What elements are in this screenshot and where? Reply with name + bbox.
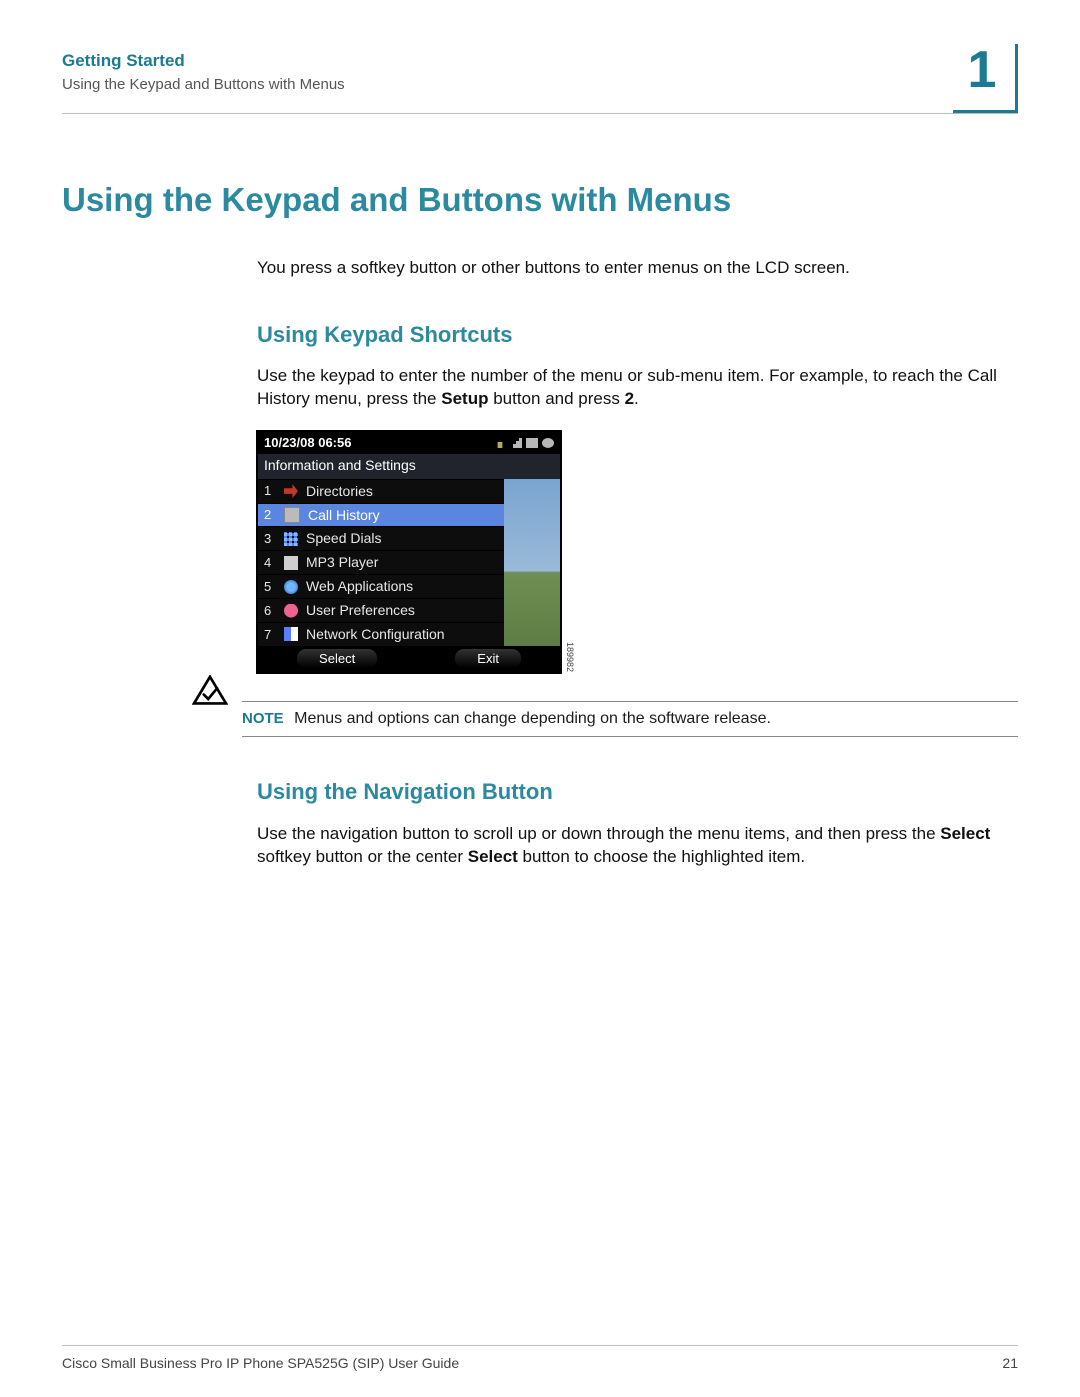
nav-heading: Using the Navigation Button bbox=[257, 777, 1010, 807]
lcd-softkey-exit: Exit bbox=[455, 649, 521, 669]
lcd-menu-item: 7 Network Configuration bbox=[258, 622, 504, 646]
lcd-menu-item: 5 Web Applications bbox=[258, 574, 504, 598]
lcd-item-label: Speed Dials bbox=[306, 529, 382, 548]
note-rule-top bbox=[242, 701, 1018, 702]
section-navigation: Using the Navigation Button Use the navi… bbox=[257, 777, 1010, 869]
shortcuts-heading: Using Keypad Shortcuts bbox=[257, 320, 1010, 350]
lcd-menu-item: 6 User Preferences bbox=[258, 598, 504, 622]
shortcuts-bold-2: 2 bbox=[625, 389, 634, 408]
speed-dials-icon bbox=[284, 532, 298, 546]
lcd-item-label: User Preferences bbox=[306, 601, 415, 620]
lcd-item-number: 4 bbox=[264, 554, 276, 572]
nav-body-post: button to choose the highlighted item. bbox=[518, 847, 805, 866]
lcd-softkey-select: Select bbox=[297, 649, 377, 669]
call-history-icon bbox=[284, 507, 300, 523]
lcd-item-number: 6 bbox=[264, 602, 276, 620]
lcd-item-label: Directories bbox=[306, 482, 373, 501]
page-footer: Cisco Small Business Pro IP Phone SPA525… bbox=[62, 1345, 1018, 1373]
lcd-item-label: MP3 Player bbox=[306, 553, 378, 572]
lcd-scene: 1 Directories 2 Call History 3 Speed Dia… bbox=[258, 479, 560, 646]
page-root: Getting Started Using the Keypad and But… bbox=[62, 50, 1018, 1373]
header-section: Getting Started bbox=[62, 50, 1018, 73]
note-text: Menus and options can change depending o… bbox=[294, 710, 771, 727]
network-icon bbox=[284, 627, 298, 641]
lcd-menu-item: 4 MP3 Player bbox=[258, 550, 504, 574]
note-body: NOTE Menus and options can change depend… bbox=[242, 701, 1018, 737]
page-title: Using the Keypad and Buttons with Menus bbox=[62, 178, 1018, 223]
lcd-softkeys: Select Exit bbox=[258, 646, 560, 673]
lcd-menu-item-selected: 2 Call History bbox=[258, 503, 504, 527]
lcd-menu: 1 Directories 2 Call History 3 Speed Dia… bbox=[258, 479, 504, 646]
shortcuts-body-mid: button and press bbox=[488, 389, 624, 408]
lcd-item-label: Network Configuration bbox=[306, 625, 445, 644]
section-shortcuts: Using Keypad Shortcuts Use the keypad to… bbox=[257, 320, 1010, 674]
figure-id: 189982 bbox=[564, 642, 576, 672]
page-header: Getting Started Using the Keypad and But… bbox=[62, 50, 1018, 144]
header-subsection: Using the Keypad and Buttons with Menus bbox=[62, 75, 1018, 95]
web-icon bbox=[284, 580, 298, 594]
nav-bold-select2: Select bbox=[468, 847, 518, 866]
mp3-icon bbox=[284, 556, 298, 570]
lcd-item-label: Call History bbox=[308, 506, 380, 525]
signal-icon bbox=[510, 438, 522, 448]
shortcuts-body-post: . bbox=[634, 389, 639, 408]
nav-body-pre: Use the navigation button to scroll up o… bbox=[257, 824, 940, 843]
shortcuts-bold-setup: Setup bbox=[441, 389, 488, 408]
lcd-item-number: 5 bbox=[264, 578, 276, 596]
footer-title: Cisco Small Business Pro IP Phone SPA525… bbox=[62, 1354, 459, 1373]
lcd-panel-title: Information and Settings bbox=[258, 454, 560, 479]
nav-bold-select1: Select bbox=[940, 824, 990, 843]
lcd-screenshot: 10/23/08 06:56 Information and Settings … bbox=[257, 431, 561, 673]
lcd-item-number: 1 bbox=[264, 482, 276, 500]
shortcuts-body: Use the keypad to enter the number of th… bbox=[257, 365, 1010, 411]
nav-body: Use the navigation button to scroll up o… bbox=[257, 823, 1010, 869]
lcd-item-label: Web Applications bbox=[306, 577, 413, 596]
footer-page-number: 21 bbox=[1002, 1354, 1018, 1373]
directories-icon bbox=[284, 484, 298, 498]
nav-body-mid: softkey button or the center bbox=[257, 847, 468, 866]
lcd-item-number: 2 bbox=[264, 506, 276, 524]
note-block: NOTE Menus and options can change depend… bbox=[192, 701, 1018, 737]
lcd-statusbar: 10/23/08 06:56 bbox=[258, 432, 560, 454]
lcd-datetime: 10/23/08 06:56 bbox=[264, 434, 351, 452]
lcd-item-number: 7 bbox=[264, 626, 276, 644]
note-icon bbox=[192, 675, 228, 707]
bluetooth-icon bbox=[542, 438, 554, 448]
header-rule bbox=[62, 113, 1018, 114]
note-label: NOTE bbox=[242, 710, 284, 727]
preferences-icon bbox=[284, 604, 298, 618]
lcd-menu-item: 1 Directories bbox=[258, 479, 504, 503]
lock-icon bbox=[494, 438, 506, 448]
intro-text: You press a softkey button or other butt… bbox=[257, 257, 1010, 280]
lcd-menu-item: 3 Speed Dials bbox=[258, 526, 504, 550]
chapter-number-badge: 1 bbox=[953, 44, 1018, 113]
lcd-status-icons bbox=[494, 438, 554, 448]
lcd-item-number: 3 bbox=[264, 530, 276, 548]
intro-block: You press a softkey button or other butt… bbox=[257, 257, 1010, 280]
status-icon bbox=[526, 438, 538, 448]
note-rule-bottom bbox=[242, 736, 1018, 737]
